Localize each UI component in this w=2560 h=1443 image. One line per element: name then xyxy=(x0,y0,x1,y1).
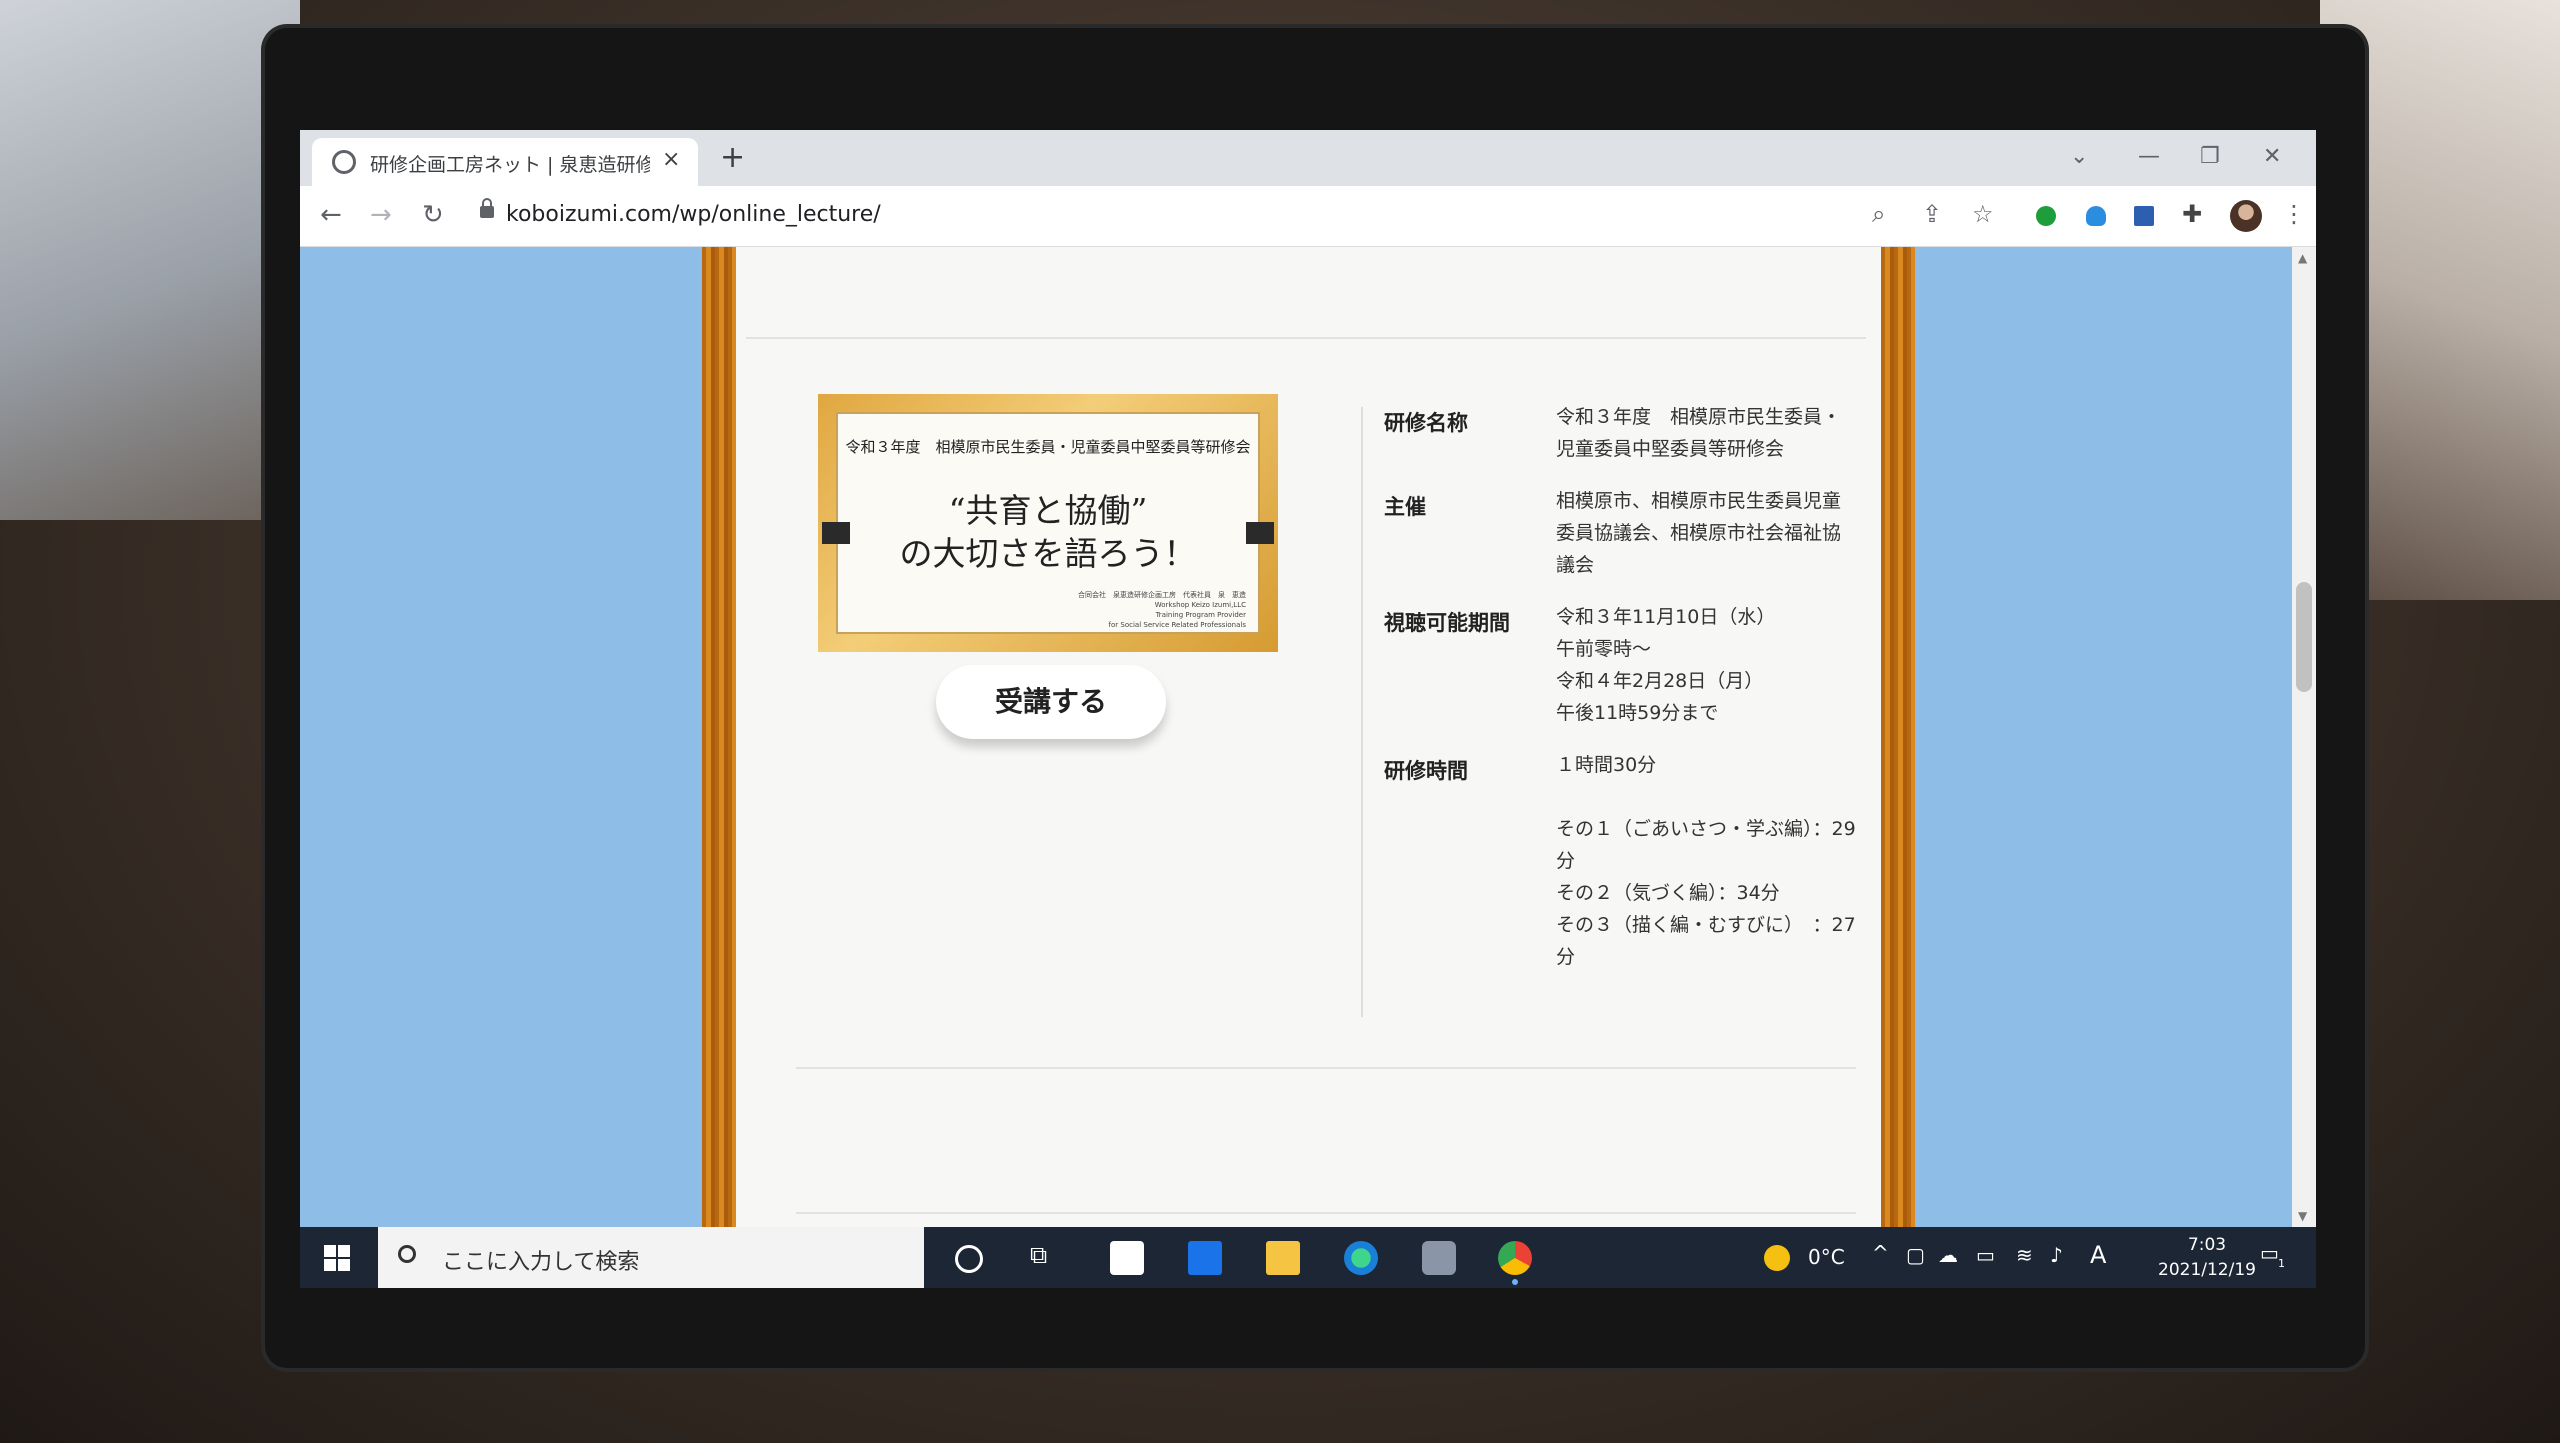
wood-border-left xyxy=(702,247,736,1227)
screen: 研修企画工房ネット | 泉恵造研修企画 × + ⌄ — ❐ ✕ ← → ↻ ko… xyxy=(300,130,2316,1288)
divider xyxy=(796,1067,1856,1069)
share-icon[interactable]: ⇪ xyxy=(1922,200,1942,228)
info-label-duration: 研修時間 xyxy=(1384,759,1468,783)
lecture-content: 令和３年度 相模原市民生委員・児童委員中堅委員等研修会 “共育と協働” の大切さ… xyxy=(736,247,1881,1227)
image-fine-print: 合同会社 泉恵造研修企画工房 代表社員 泉 恵造 Workshop Keizo … xyxy=(1078,591,1246,629)
notification-icon[interactable]: ▭ xyxy=(2260,1241,2279,1265)
onedrive-icon[interactable]: ☁ xyxy=(1938,1243,1958,1267)
weather-temperature[interactable]: 0°C xyxy=(1808,1245,1845,1269)
chrome-icon[interactable] xyxy=(1498,1241,1532,1275)
divider xyxy=(746,337,1866,339)
profile-avatar[interactable] xyxy=(2230,200,2262,232)
url-text[interactable]: koboizumi.com/wp/online_lecture/ xyxy=(506,202,881,227)
reload-button[interactable]: ↻ xyxy=(422,200,444,230)
weather-sun-icon xyxy=(1764,1245,1790,1271)
menu-icon[interactable]: ⋮ xyxy=(2282,200,2306,228)
camera-icon[interactable] xyxy=(1422,1241,1456,1275)
clock-date: 2021/12/19 xyxy=(2158,1260,2256,1280)
meet-now-icon[interactable]: ▢ xyxy=(1906,1243,1925,1267)
ime-indicator[interactable]: A xyxy=(2090,1241,2106,1269)
lecture-title-image: 令和３年度 相模原市民生委員・児童委員中堅委員等研修会 “共育と協働” の大切さ… xyxy=(818,394,1278,652)
extension-green-icon[interactable] xyxy=(2036,206,2056,226)
search-placeholder: ここに入力して検索 xyxy=(442,1250,640,1275)
file-explorer-icon[interactable] xyxy=(1266,1241,1300,1275)
image-title-line1: “共育と協働” xyxy=(948,491,1148,530)
info-value-period: 令和３年11月10日（水） 午前零時～ 令和４年2月28日（月） 午後11時59… xyxy=(1556,606,1776,724)
browser-toolbar: ← → ↻ koboizumi.com/wp/online_lecture/ ⌕… xyxy=(300,186,2316,247)
globe-icon xyxy=(332,150,356,174)
restore-button[interactable]: ❐ xyxy=(2200,144,2220,169)
browser-tab[interactable]: 研修企画工房ネット | 泉恵造研修企画 × xyxy=(312,138,698,186)
attend-button[interactable]: 受講する xyxy=(936,665,1166,739)
page-viewport: 令和３年度 相模原市民生委員・児童委員中堅委員等研修会 “共育と協働” の大切さ… xyxy=(300,247,2292,1227)
tab-search-icon[interactable]: ⌄ xyxy=(2070,144,2088,169)
scroll-thumb[interactable] xyxy=(2296,582,2312,692)
divider xyxy=(796,1212,1856,1214)
clock-time: 7:03 xyxy=(2187,1235,2227,1255)
browser-tab-bar: 研修企画工房ネット | 泉恵造研修企画 × + ⌄ — ❐ ✕ xyxy=(300,130,2316,186)
taskbar-search-box[interactable]: ここに入力して検索 xyxy=(378,1227,924,1288)
scroll-down-arrow-icon[interactable]: ▼ xyxy=(2298,1209,2307,1223)
info-label-period: 視聴可能期間 xyxy=(1384,611,1510,635)
info-value-name: 令和３年度 相模原市民生委員・児童委員中堅委員等研修会 xyxy=(1556,406,1842,460)
image-subtitle: 令和３年度 相模原市民生委員・児童委員中堅委員等研修会 xyxy=(845,438,1251,456)
search-icon xyxy=(398,1245,416,1263)
image-title-line2: の大切さを語ろう！ xyxy=(899,534,1197,573)
forward-button[interactable]: → xyxy=(370,200,392,230)
edge-icon[interactable] xyxy=(1344,1241,1378,1275)
lock-icon xyxy=(480,198,494,218)
close-tab-icon[interactable]: × xyxy=(662,147,680,172)
new-tab-button[interactable]: + xyxy=(720,140,745,175)
cortana-icon[interactable] xyxy=(955,1245,983,1273)
windows-taskbar: ここに入力して検索 ⧉ 0°C ^ ▢ ☁ ▭ ≋ ♪ A 7:03 2021/… xyxy=(300,1227,2316,1288)
notification-count: 1 xyxy=(2278,1257,2285,1270)
title-image-board: 令和３年度 相模原市民生委員・児童委員中堅委員等研修会 “共育と協働” の大切さ… xyxy=(822,412,1274,634)
wifi-icon[interactable]: ≋ xyxy=(2016,1243,2033,1267)
room-background-left xyxy=(0,0,300,520)
extensions-puzzle-icon[interactable]: ✚ xyxy=(2182,200,2202,228)
mail-icon[interactable] xyxy=(1188,1241,1222,1275)
info-value-organizer: 相模原市、相模原市民生委員児童委員協議会、相模原市社会福祉協議会 xyxy=(1556,490,1842,576)
bookmark-star-icon[interactable]: ☆ xyxy=(1972,200,1994,228)
clock[interactable]: 7:03 2021/12/19 xyxy=(2152,1233,2262,1283)
zoom-icon[interactable]: ⌕ xyxy=(1872,200,1885,228)
scroll-up-arrow-icon[interactable]: ▲ xyxy=(2298,251,2307,265)
back-button[interactable]: ← xyxy=(320,200,342,230)
info-label-organizer: 主催 xyxy=(1384,495,1426,519)
show-hidden-icons-icon[interactable]: ^ xyxy=(1872,1241,1889,1265)
minimize-button[interactable]: — xyxy=(2138,144,2160,169)
task-view-icon[interactable]: ⧉ xyxy=(1030,1241,1047,1269)
close-window-button[interactable]: ✕ xyxy=(2263,144,2281,169)
info-divider xyxy=(1361,407,1363,1017)
battery-icon[interactable]: ▭ xyxy=(1976,1243,1995,1267)
cloud-extension-icon[interactable] xyxy=(2086,206,2106,226)
info-label-name: 研修名称 xyxy=(1384,411,1468,435)
extension-blue-icon[interactable] xyxy=(2134,206,2154,226)
info-value-duration: １時間30分 その１（ごあいさつ・学ぶ編）：29分 その２（気づく編）：34分 … xyxy=(1556,754,1856,968)
volume-icon[interactable]: ♪ xyxy=(2050,1243,2063,1267)
microsoft-store-icon[interactable] xyxy=(1110,1241,1144,1275)
windows-start-icon[interactable] xyxy=(324,1245,350,1271)
address-bar[interactable]: koboizumi.com/wp/online_lecture/ xyxy=(470,194,2210,238)
page-scrollbar[interactable]: ▲ ▼ xyxy=(2292,247,2316,1227)
tab-title: 研修企画工房ネット | 泉恵造研修企画 xyxy=(370,154,650,176)
wood-border-right xyxy=(1881,247,1915,1227)
